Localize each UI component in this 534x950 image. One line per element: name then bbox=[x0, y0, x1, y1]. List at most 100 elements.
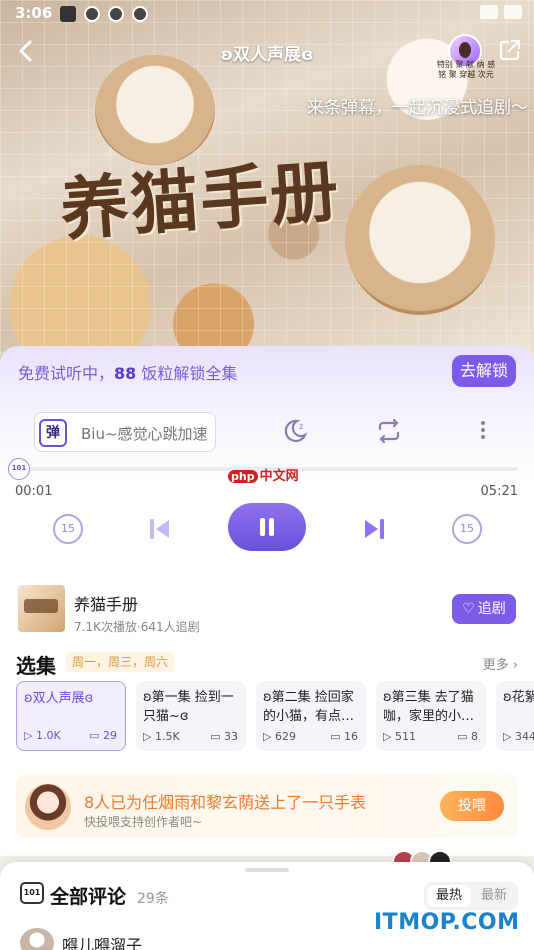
episode-comments: ▭ 16 bbox=[330, 730, 358, 743]
heart-icon: ♡ bbox=[462, 601, 475, 617]
more-episodes-link[interactable]: 更多 › bbox=[483, 654, 518, 673]
more-label: 更多 bbox=[482, 658, 509, 673]
episode-plays: ▷ 1.0K bbox=[24, 729, 61, 742]
episode-comments: ▭ 29 bbox=[89, 729, 117, 742]
trial-suffix: 饭粒解锁全集 bbox=[136, 364, 238, 383]
commenter-name[interactable]: 嘚儿嘚溜子 bbox=[62, 932, 142, 950]
sleep-timer-button[interactable]: z bbox=[282, 418, 308, 449]
share-icon bbox=[499, 39, 521, 61]
status-system-icons bbox=[480, 5, 522, 19]
episode-card[interactable]: ʚ双人声展ɞ ▷ 1.0K ▭ 29 bbox=[16, 681, 126, 751]
skip-previous-icon bbox=[150, 519, 169, 539]
forward-15-button[interactable]: 15 bbox=[452, 514, 482, 544]
chevron-right-icon: › bbox=[512, 658, 518, 673]
drama-thumbnail[interactable] bbox=[18, 585, 65, 632]
sort-new-tab[interactable]: 最新 bbox=[474, 885, 514, 907]
follow-label: 追剧 bbox=[477, 601, 506, 617]
unlock-button[interactable]: 去解锁 bbox=[452, 355, 516, 387]
creator-avatar bbox=[25, 784, 71, 830]
battery-icon bbox=[504, 5, 522, 19]
more-dot-icon bbox=[481, 435, 485, 439]
episode-comments: ▭ 8 bbox=[457, 730, 478, 743]
episode-plays-value: 1.5K bbox=[154, 730, 180, 743]
more-options-button[interactable] bbox=[474, 418, 492, 446]
episode-card[interactable]: ʚ第一集 捡到一只猫~ɞ ▷ 1.5K ▭ 33 bbox=[136, 681, 246, 751]
status-notification-icons bbox=[60, 6, 148, 22]
more-dot-icon bbox=[481, 421, 485, 425]
current-time: 00:01 bbox=[15, 484, 53, 499]
php-watermark-text: 中文网 bbox=[259, 469, 299, 484]
avatar-caption: 特别 聚 献 纳 感铭 聚 穿越 次元 bbox=[436, 60, 496, 79]
rewind-15-button[interactable]: 15 bbox=[53, 514, 83, 544]
trial-notice: 免费试听中，88 饭粒解锁全集 bbox=[18, 360, 237, 384]
cover-title-art: 养猫手册 bbox=[58, 151, 343, 251]
pause-button[interactable] bbox=[228, 503, 306, 551]
comment-icon: 101 bbox=[20, 882, 44, 904]
status-bar: 3:06 bbox=[0, 0, 534, 28]
episode-comments: ▭ 33 bbox=[210, 730, 238, 743]
episodes-section-title: 选集 bbox=[16, 654, 56, 678]
episode-plays: ▷ 344 bbox=[503, 730, 534, 743]
episode-comments-value: 29 bbox=[103, 729, 117, 742]
notification-app-icon bbox=[60, 6, 76, 22]
episode-plays-value: 511 bbox=[394, 730, 416, 743]
more-dot-icon bbox=[481, 428, 485, 432]
wifi-icon bbox=[480, 5, 498, 19]
episode-label: ʚ第一集 捡到一只猫~ɞ bbox=[143, 690, 234, 724]
drama-name[interactable]: 养猫手册 bbox=[74, 591, 138, 615]
episode-plays: ▷ 511 bbox=[383, 730, 416, 743]
episode-card[interactable]: ʚ第二集 捡回家的小猫，有点… ▷ 629 ▭ 16 bbox=[256, 681, 366, 751]
episode-label: ʚ第二集 捡回家的小猫，有点… bbox=[263, 690, 355, 724]
moon-icon: z bbox=[284, 419, 308, 442]
sort-hot-tab[interactable]: 最热 bbox=[427, 885, 471, 907]
episode-list: ʚ双人声展ɞ ▷ 1.0K ▭ 29 ʚ第一集 捡到一只猫~ɞ ▷ 1.5K ▭… bbox=[16, 681, 534, 753]
progress-handle[interactable]: 101 bbox=[8, 458, 30, 480]
comments-sheet[interactable]: 101 全部评论 29条 最热 最新 嘚儿嘚溜子 bbox=[0, 862, 534, 950]
repeat-icon bbox=[378, 418, 400, 444]
episode-label: ʚ花絮 使用… bbox=[503, 690, 534, 705]
player-panel: 免费试听中，88 饭粒解锁全集 去解锁 弹 Biu~感觉心跳加速 z 101 p… bbox=[0, 346, 534, 566]
site-watermark: ITMOP.COM bbox=[374, 910, 520, 935]
loop-button[interactable] bbox=[376, 418, 402, 449]
episode-card[interactable]: ʚ花絮 使用… ▷ 344 bbox=[496, 681, 534, 751]
notification-circle-icon bbox=[84, 6, 100, 22]
next-episode-button[interactable] bbox=[361, 516, 387, 542]
cat-illustration-bottom bbox=[345, 165, 495, 315]
episode-plays: ▷ 629 bbox=[263, 730, 296, 743]
notification-circle-icon bbox=[132, 6, 148, 22]
episode-comments-value: 33 bbox=[224, 730, 238, 743]
drama-stats: 7.1K次播放·641人追剧 bbox=[74, 620, 200, 634]
total-time: 05:21 bbox=[480, 484, 518, 499]
drama-info-section: 养猫手册 7.1K次播放·641人追剧 ♡ 追剧 选集 周一，周三，周六 更多 ›… bbox=[0, 566, 534, 856]
feed-button[interactable]: 投喂 bbox=[440, 791, 504, 821]
notification-circle-icon bbox=[108, 6, 124, 22]
php-watermark-prefix: php bbox=[228, 470, 258, 483]
php-watermark: php 中文网 bbox=[228, 465, 299, 484]
status-time: 3:06 bbox=[15, 4, 53, 22]
share-button[interactable] bbox=[498, 38, 522, 62]
episode-plays-value: 344 bbox=[514, 730, 534, 743]
comments-count: 29条 bbox=[137, 891, 169, 907]
sheet-drag-handle[interactable] bbox=[245, 868, 289, 872]
gift-banner: 8人已为任烟雨和黎玄荫送上了一只手表 快投喂支持创作者吧~ 投喂 bbox=[16, 774, 518, 838]
commenter-avatar[interactable] bbox=[20, 928, 54, 950]
gift-subtext: 快投喂支持创作者吧~ bbox=[84, 815, 203, 829]
gift-text: 8人已为任烟雨和黎玄荫送上了一只手表 bbox=[84, 793, 367, 812]
episode-plays-value: 629 bbox=[274, 730, 296, 743]
svg-text:z: z bbox=[299, 422, 303, 431]
episode-comments-value: 16 bbox=[344, 730, 358, 743]
episode-plays-value: 1.0K bbox=[35, 729, 61, 742]
episode-comments-value: 8 bbox=[471, 730, 478, 743]
episode-label: ʚ第三集 去了猫咖，家里的小… bbox=[383, 690, 475, 724]
danmu-input[interactable]: 弹 Biu~感觉心跳加速 bbox=[34, 412, 216, 452]
episode-plays: ▷ 1.5K bbox=[143, 730, 180, 743]
episode-card[interactable]: ʚ第三集 去了猫咖，家里的小… ▷ 511 ▭ 8 bbox=[376, 681, 486, 751]
trial-amount: 88 bbox=[114, 364, 137, 383]
update-schedule-badge: 周一，周三，周六 bbox=[66, 652, 175, 672]
comment-sort-toggle: 最热 最新 bbox=[424, 882, 518, 910]
danmu-toggle-icon[interactable]: 弹 bbox=[39, 419, 67, 447]
previous-episode-button[interactable] bbox=[147, 516, 173, 542]
comments-title: 全部评论 bbox=[50, 886, 127, 908]
danmu-placeholder: Biu~感觉心跳加速 bbox=[81, 425, 208, 443]
follow-button[interactable]: ♡ 追剧 bbox=[452, 594, 516, 624]
